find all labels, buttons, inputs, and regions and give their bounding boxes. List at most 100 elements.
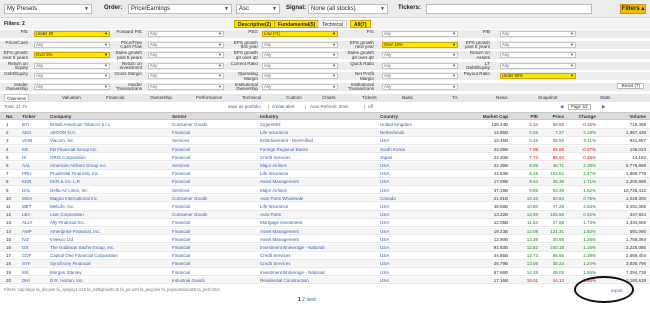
table-cell[interactable]: DAL	[22, 188, 50, 193]
next-page-icon[interactable]: ▶	[602, 104, 605, 110]
direction-select[interactable]: Asc ▼	[236, 4, 280, 14]
column-header[interactable]: Industry	[260, 114, 279, 119]
table-cell[interactable]: COF	[22, 253, 50, 258]
table-cell[interactable]: KB	[22, 147, 50, 152]
filter-select[interactable]: Any ▼	[148, 41, 224, 48]
reset-button[interactable]: Reset (7)	[617, 82, 644, 89]
table-row[interactable]: 2 AEG AEGON N.V. Financial Life Insurance Net…	[0, 129, 650, 137]
table-cell[interactable]: The Goldman Sachs Group, Inc.	[50, 245, 170, 250]
table-row[interactable]: 6 AAL American Airlines Group Inc. Services…	[0, 162, 650, 170]
table-row[interactable]: 20 DHI D.R. Horton, Inc. Industrial Goods Re…	[0, 276, 650, 285]
filter-select[interactable]: Any ▼	[148, 83, 224, 90]
table-cell[interactable]: Ally Financial Inc.	[50, 220, 170, 225]
filter-select[interactable]: Over 5% ▼	[34, 52, 110, 58]
table-cell[interactable]: SYF	[22, 261, 50, 266]
autorefresh-off[interactable]: off	[368, 104, 373, 109]
table-cell[interactable]: ALLY	[22, 220, 50, 225]
table-cell[interactable]: Prudential Financial, Inc.	[50, 171, 170, 176]
table-row[interactable]: 1 BTI British American Tobacco p.l.c. Consu…	[0, 121, 650, 129]
view-tab-performance[interactable]: Performance	[196, 95, 222, 100]
table-row[interactable]: 4 KB KB Financial Group Inc. Financial Forei…	[0, 145, 650, 154]
table-cell[interactable]: VIAB	[22, 138, 50, 143]
filter-select[interactable]: Any ▼	[382, 31, 458, 37]
table-cell[interactable]: PRU	[22, 171, 50, 176]
table-cell[interactable]: ORIX Corporation	[50, 155, 170, 160]
table-row[interactable]: 13 ALLY Ally Financial Inc. Financial Mortga…	[0, 219, 650, 227]
page-2-link[interactable]: 2	[302, 297, 305, 303]
table-row[interactable]: 14 AMP Ameriprise Financial, Inc. Financial…	[0, 227, 650, 236]
create-alert-link[interactable]: create alert	[272, 104, 295, 109]
filter-select[interactable]: Any ▼	[262, 73, 338, 79]
table-cell[interactable]: AEG	[22, 130, 50, 135]
column-header[interactable]: Company	[50, 114, 71, 119]
table-cell[interactable]: Synchrony Financial	[50, 261, 170, 266]
view-tab-news[interactable]: News	[496, 95, 508, 100]
view-tab-charts[interactable]: Charts	[322, 95, 336, 100]
table-cell[interactable]: Lear Corporation	[50, 212, 170, 217]
table-cell[interactable]: KKR & Co. L.P.	[50, 179, 170, 184]
filter-select[interactable]: Any ▼	[500, 52, 576, 58]
table-row[interactable]: 7 PRU Prudential Financial, Inc. Financial L…	[0, 170, 650, 178]
filter-select[interactable]: Any ▼	[500, 41, 576, 48]
table-cell[interactable]: Ameriprise Financial, Inc.	[50, 229, 170, 234]
filter-select[interactable]: Any ▼	[148, 52, 224, 58]
table-cell[interactable]: British American Tobacco p.l.c.	[50, 122, 170, 127]
table-row[interactable]: 11 MET MetLife, Inc. Financial Life Insuranc…	[0, 203, 650, 211]
filter-select[interactable]: Any ▼	[34, 62, 110, 69]
filter-select[interactable]: Under 50% ▼	[500, 73, 576, 79]
table-cell[interactable]: Delta Air Lines, Inc.	[50, 188, 170, 193]
column-header[interactable]: Change	[566, 114, 596, 119]
filter-select[interactable]: Any ▼	[262, 62, 338, 69]
filters-button[interactable]: Filters ▴	[620, 4, 646, 14]
view-tab-snapshot[interactable]: Snapshot	[538, 95, 557, 100]
column-header[interactable]: Ticker	[22, 114, 36, 119]
filter-select[interactable]: Any ▼	[34, 73, 110, 79]
table-cell[interactable]: KKR	[22, 179, 50, 184]
filter-select[interactable]: Any ▼	[262, 52, 338, 58]
table-cell[interactable]: AAL	[22, 163, 50, 168]
tab-all[interactable]: All(7)	[350, 20, 371, 28]
filter-select[interactable]: Over 15% ▼	[382, 41, 458, 48]
tickers-input[interactable]	[426, 4, 592, 14]
column-header[interactable]: P/E	[518, 114, 538, 119]
filter-select[interactable]: Any ▼	[262, 83, 338, 90]
column-header[interactable]: Market Cap	[478, 114, 508, 119]
view-tab-ta[interactable]: TA	[452, 95, 458, 100]
table-cell[interactable]: AEGON N.V.	[50, 130, 170, 135]
filter-select[interactable]: Low (<1) ▼	[262, 31, 338, 37]
filter-select[interactable]: Any ▼	[34, 41, 110, 48]
filter-select[interactable]: Any ▼	[148, 73, 224, 79]
view-tab-financial[interactable]: Financial	[106, 95, 124, 100]
view-tab-custom[interactable]: Custom	[286, 95, 302, 100]
next-page-link[interactable]: next	[306, 297, 315, 303]
table-cell[interactable]: Capital One Financial Corporation	[50, 253, 170, 258]
table-row[interactable]: 12 LEA Lear Corporation Consumer Goods Auto …	[0, 211, 650, 219]
table-cell[interactable]: DHI	[22, 278, 50, 283]
table-cell[interactable]: Invesco Ltd.	[50, 237, 170, 242]
view-tab-valuation[interactable]: Valuation	[62, 95, 81, 100]
view-tab-stats[interactable]: Stats	[600, 95, 610, 100]
table-row[interactable]: 10 MGA Magna International Inc. Consumer Go…	[0, 194, 650, 203]
table-cell[interactable]: MET	[22, 204, 50, 209]
table-cell[interactable]: IVZ	[22, 237, 50, 242]
filter-select[interactable]: Any ▼	[500, 62, 576, 69]
tab-technical[interactable]: Technical	[318, 20, 347, 28]
table-row[interactable]: 5 IX ORIX Corporation Financial Credit Servi…	[0, 154, 650, 162]
order-select[interactable]: Price/Earnings ▼	[128, 4, 232, 14]
filter-select[interactable]: Under 20 ▼	[34, 31, 110, 37]
filter-select[interactable]: Any ▼	[34, 83, 110, 90]
prev-page-icon[interactable]: ◀	[560, 104, 563, 110]
table-cell[interactable]: MS	[22, 270, 50, 275]
filter-select[interactable]: Any ▼	[382, 83, 458, 90]
view-tab-technical[interactable]: Technical	[242, 95, 261, 100]
column-header[interactable]: Price	[540, 114, 564, 119]
column-header[interactable]: Volume	[608, 114, 646, 119]
page-select[interactable]: Page 1/2	[568, 104, 591, 110]
column-header[interactable]: Sector	[172, 114, 187, 119]
table-cell[interactable]: D.R. Horton, Inc.	[50, 278, 170, 283]
tab-fundamental[interactable]: Fundamental(5)	[274, 20, 320, 28]
table-row[interactable]: 9 DAL Delta Air Lines, Inc. Services Major A…	[0, 187, 650, 195]
table-cell[interactable]: MGA	[22, 196, 50, 201]
table-cell[interactable]: Viacom, Inc.	[50, 138, 170, 143]
tab-descriptive[interactable]: Descriptive(2)	[234, 20, 276, 28]
